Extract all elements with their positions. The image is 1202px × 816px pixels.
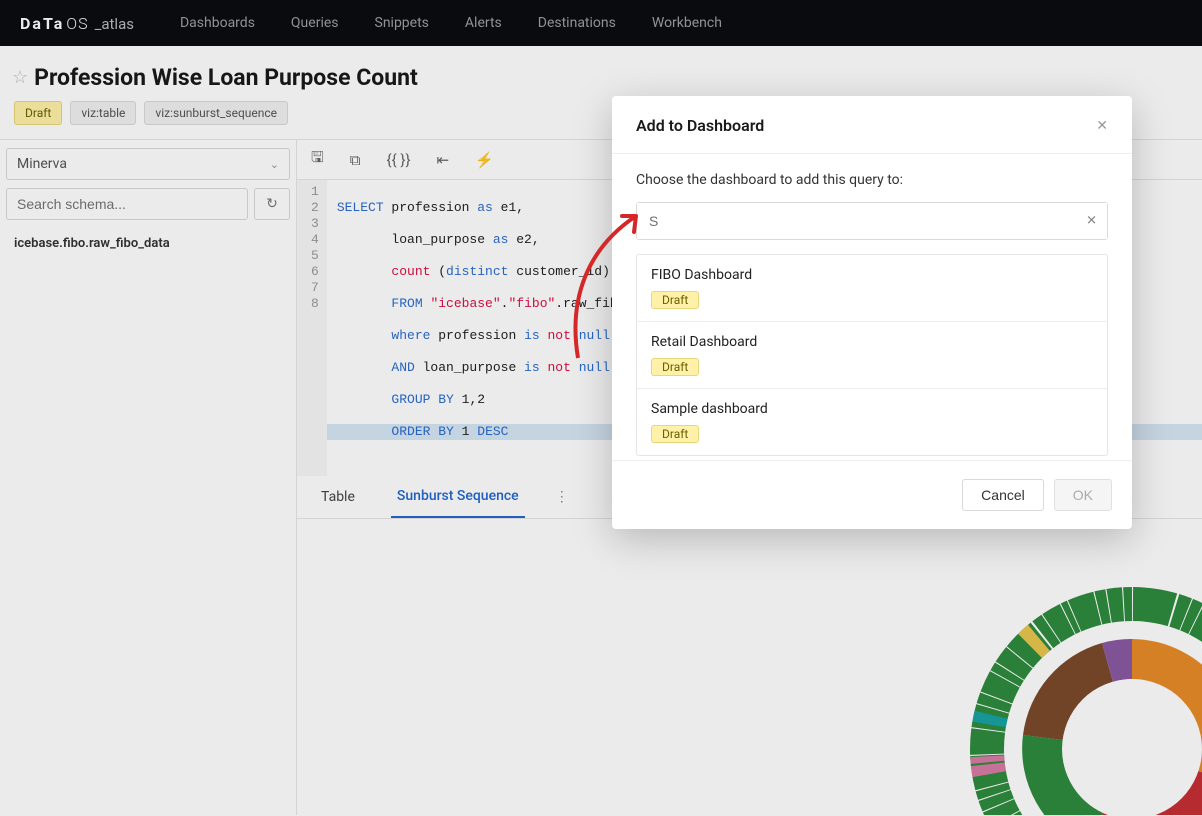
modal-title: Add to Dashboard <box>636 116 764 135</box>
dashboard-option-name: FIBO Dashboard <box>651 267 1093 283</box>
dashboard-option-badge: Draft <box>651 291 699 309</box>
dashboard-search-input[interactable] <box>637 203 1107 239</box>
modal-prompt: Choose the dashboard to add this query t… <box>636 172 1108 188</box>
dashboard-option[interactable]: Retail Dashboard Draft <box>637 322 1107 389</box>
ok-button[interactable]: OK <box>1054 479 1112 511</box>
dashboard-option-badge: Draft <box>651 358 699 376</box>
dashboard-option[interactable]: Sample dashboard Draft <box>637 389 1107 455</box>
dashboard-option-name: Retail Dashboard <box>651 334 1093 350</box>
dashboard-option[interactable]: FIBO Dashboard Draft <box>637 255 1107 322</box>
dashboard-option-name: Sample dashboard <box>651 401 1093 417</box>
close-icon[interactable]: ✕ <box>1096 118 1108 134</box>
dashboard-option-badge: Draft <box>651 425 699 443</box>
clear-search-icon[interactable]: ✕ <box>1086 214 1097 229</box>
dashboard-list: FIBO Dashboard Draft Retail Dashboard Dr… <box>636 254 1108 456</box>
add-to-dashboard-modal: Add to Dashboard ✕ Choose the dashboard … <box>612 96 1132 529</box>
cancel-button[interactable]: Cancel <box>962 479 1044 511</box>
